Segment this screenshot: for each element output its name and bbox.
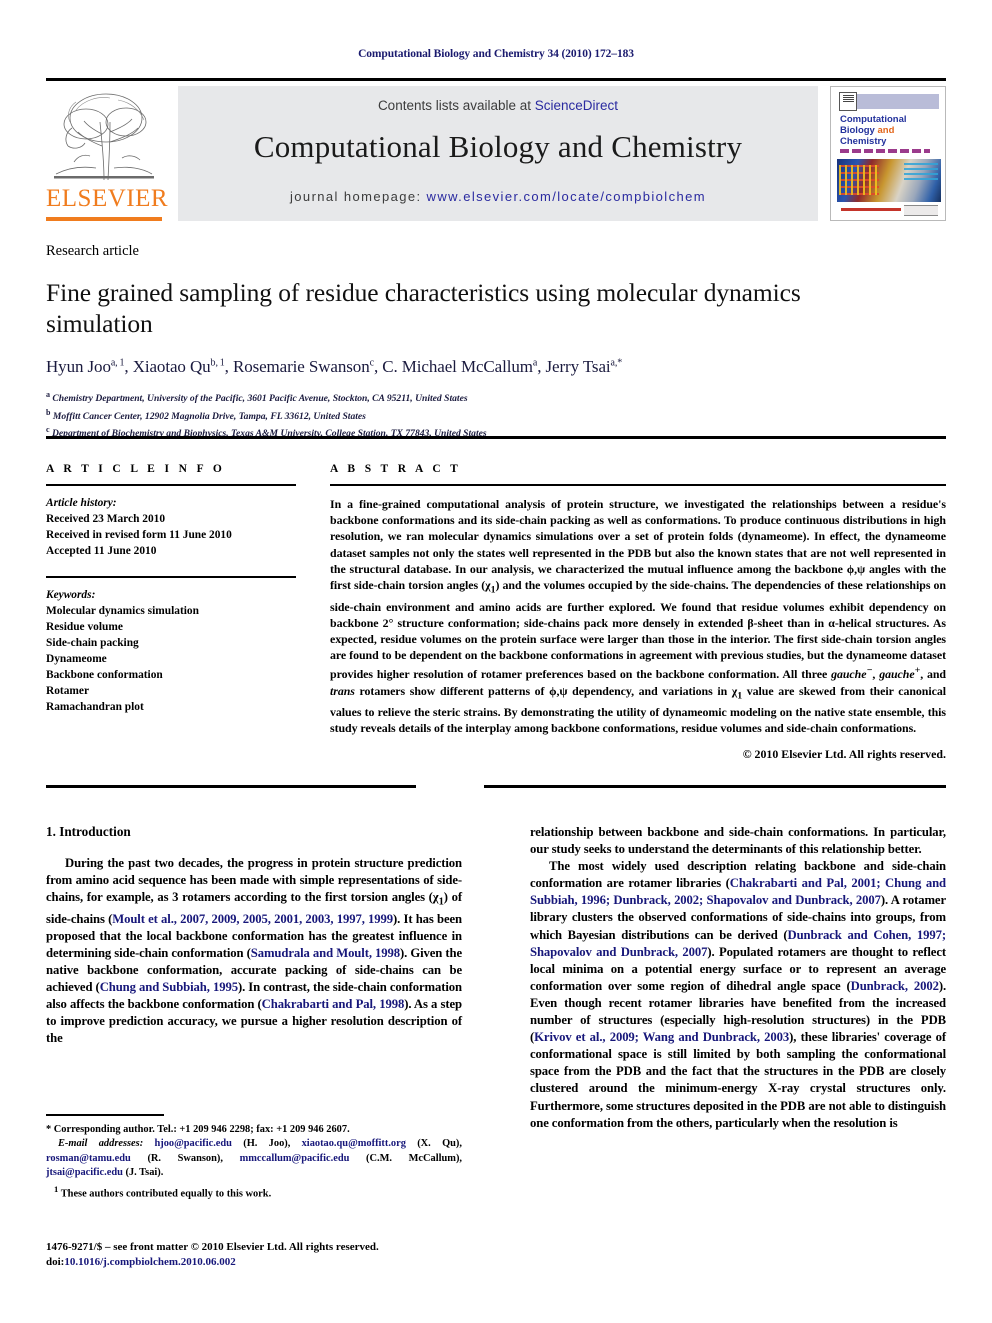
- affiliation-text: Moffitt Cancer Center, 12902 Magnolia Dr…: [52, 410, 366, 422]
- history-item: Received in revised form 11 June 2010: [46, 529, 232, 541]
- cover-title-text: Computational Biology and Chemistry: [840, 114, 940, 147]
- issn-line: 1476-9271/$ – see front matter © 2010 El…: [46, 1241, 379, 1253]
- doi-label: doi:: [46, 1256, 65, 1268]
- corresponding-author-note: * Corresponding author. Tel.: +1 209 946…: [46, 1124, 350, 1135]
- email-note: E-mail addresses: hjoo@pacific.edu (H. J…: [46, 1137, 462, 1180]
- doi-link[interactable]: 10.1016/j.compbiolchem.2010.06.002: [64, 1256, 235, 1268]
- section-heading-introduction: 1. Introduction: [46, 824, 131, 839]
- affiliation-item: b Moffitt Cancer Center, 12902 Magnolia …: [46, 406, 946, 424]
- paragraph: During the past two decades, the progres…: [46, 856, 463, 1046]
- keyword-item: Dynameome: [46, 653, 107, 665]
- cover-footer-bar: [841, 208, 901, 211]
- cover-title-line1: Computational: [840, 114, 907, 125]
- email-label: E-mail addresses:: [58, 1138, 144, 1150]
- body-rule-right: [484, 785, 946, 788]
- journal-homepage-line: journal homepage: www.elsevier.com/locat…: [178, 189, 818, 204]
- keywords-rule: [46, 576, 296, 578]
- article-history-label: Article history:: [46, 497, 117, 509]
- info-section-top-rule: [46, 436, 946, 439]
- page-title: Fine grained sampling of residue charact…: [46, 278, 801, 338]
- elsevier-logo: ELSEVIER: [46, 86, 169, 221]
- journal-masthead: ELSEVIER Contents lists available at Sci…: [46, 78, 946, 224]
- contents-prefix: Contents lists available at: [377, 98, 535, 113]
- cover-title-line3: Chemistry: [840, 136, 887, 147]
- affiliation-mark: a: [46, 390, 50, 399]
- affiliation-mark: c: [46, 425, 50, 435]
- footnote-rule: [46, 1114, 164, 1116]
- abstract-heading: A B S T R A C T: [330, 463, 462, 475]
- running-head: Computational Biology and Chemistry 34 (…: [358, 48, 634, 60]
- keywords-group: Keywords: Molecular dynamics simulation …: [46, 587, 296, 715]
- homepage-url-link[interactable]: www.elsevier.com/locate/compbiolchem: [427, 189, 706, 204]
- cover-publisher-mark-icon: [839, 92, 857, 111]
- homepage-label: journal homepage:: [290, 189, 422, 204]
- doi-line: doi:10.1016/j.compbiolchem.2010.06.002: [46, 1255, 476, 1270]
- abstract-body: In a fine-grained computational analysis…: [330, 497, 946, 736]
- article-info-heading: A R T I C L E I N F O: [46, 463, 226, 475]
- sciencedirect-link[interactable]: ScienceDirect: [535, 98, 618, 113]
- body-column-right: relationship between backbone and side-c…: [530, 824, 946, 1132]
- elsevier-underline: [46, 217, 162, 221]
- body-column-left: 1. Introduction During the past two deca…: [46, 824, 462, 1048]
- keyword-item: Molecular dynamics simulation: [46, 605, 199, 617]
- history-item: Received 23 March 2010: [46, 513, 166, 525]
- masthead-top-rule: [46, 78, 946, 81]
- article-info-column: A R T I C L E I N F O Article history: R…: [46, 463, 296, 715]
- keyword-item: Rotamer: [46, 685, 90, 697]
- keyword-item: Backbone conformation: [46, 669, 163, 681]
- article-info-rule: [46, 484, 296, 486]
- paper-page: Computational Biology and Chemistry 34 (…: [0, 0, 992, 1323]
- contents-line: Contents lists available at ScienceDirec…: [178, 98, 818, 113]
- cover-title-and: and: [877, 125, 895, 136]
- cover-title-line2a: Biology: [840, 125, 878, 136]
- article-type: Research article: [46, 243, 139, 259]
- title-block: Research article Fine grained sampling o…: [46, 243, 946, 441]
- body-rule-left: [46, 785, 416, 788]
- elsevier-tree-icon: [52, 88, 156, 182]
- cover-footer-logo: [904, 205, 938, 216]
- affiliation-list: a Chemistry Department, University of th…: [46, 388, 946, 441]
- abstract-column: A B S T R A C T In a fine-grained comput…: [330, 463, 946, 762]
- abstract-copyright: © 2010 Elsevier Ltd. All rights reserved…: [742, 746, 946, 761]
- equal-contribution-note: 1 These authors contributed equally to t…: [54, 1183, 272, 1200]
- keyword-item: Ramachandran plot: [46, 701, 144, 713]
- abstract-rule: [330, 484, 946, 486]
- paragraph: relationship between backbone and side-c…: [530, 825, 946, 857]
- affiliation-text: Chemistry Department, University of the …: [52, 393, 468, 405]
- article-history-group: Article history: Received 23 March 2010 …: [46, 495, 296, 559]
- sciencedirect-panel: Contents lists available at ScienceDirec…: [178, 86, 818, 221]
- affiliation-item: a Chemistry Department, University of th…: [46, 388, 946, 406]
- tree-svg: [54, 93, 154, 181]
- affiliation-mark: b: [46, 407, 51, 417]
- cover-artwork: [837, 159, 941, 202]
- issn-footer: 1476-9271/$ – see front matter © 2010 El…: [46, 1240, 476, 1270]
- paragraph: The most widely used description relatin…: [530, 859, 947, 1130]
- author-list: Hyun Jooa, 1, Xiaotao Qub, 1, Rosemarie …: [46, 357, 623, 376]
- journal-cover-thumbnail: Computational Biology and Chemistry: [830, 86, 946, 221]
- keyword-item: Residue volume: [46, 621, 123, 633]
- keywords-label: Keywords:: [46, 589, 96, 601]
- footnote-block: * Corresponding author. Tel.: +1 209 946…: [46, 1114, 462, 1202]
- journal-title: Computational Biology and Chemistry: [253, 129, 743, 164]
- keyword-item: Side-chain packing: [46, 637, 139, 649]
- history-item: Accepted 11 June 2010: [46, 545, 157, 557]
- cover-editor-line: [840, 149, 930, 153]
- elsevier-wordmark: ELSEVIER: [46, 185, 169, 212]
